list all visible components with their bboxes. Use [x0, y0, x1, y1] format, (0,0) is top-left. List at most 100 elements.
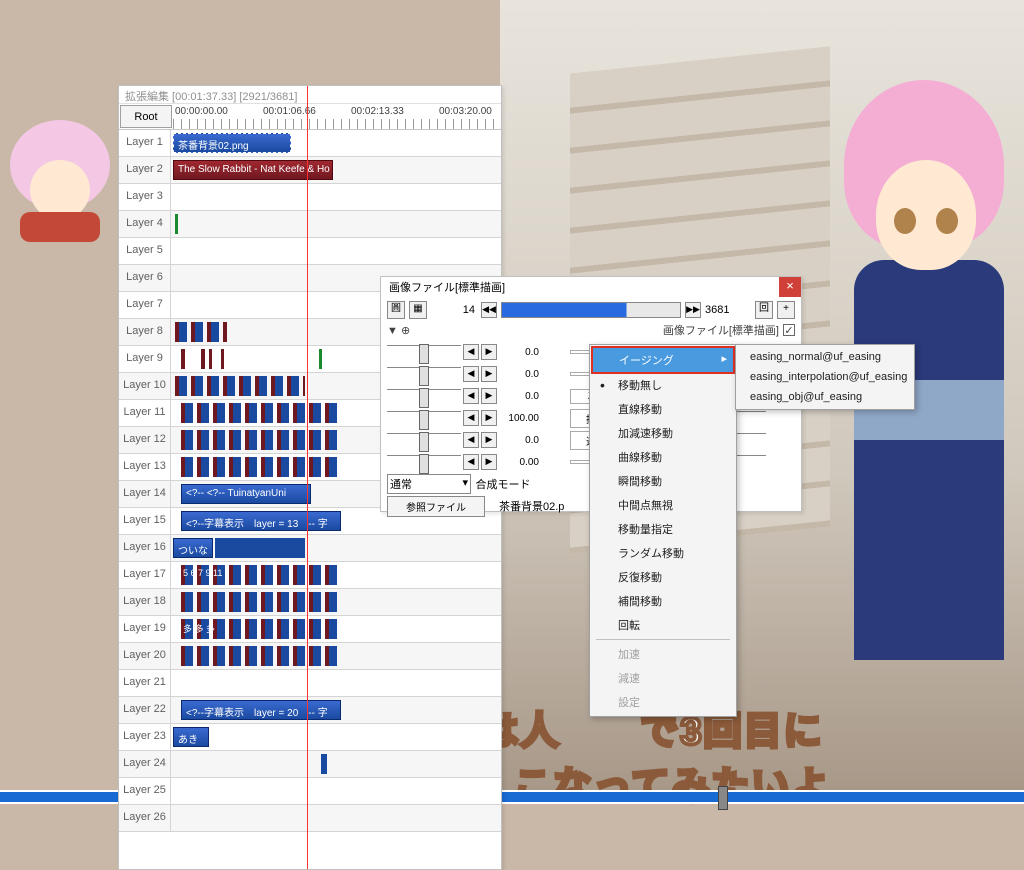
inc-button[interactable]: ▶ — [481, 410, 497, 426]
timeline-clip[interactable]: 茶番背景02.png — [173, 133, 291, 153]
timeline-segment[interactable] — [175, 322, 227, 342]
inc-button[interactable]: ▶ — [481, 366, 497, 382]
enable-checkbox[interactable]: ✓ — [783, 324, 795, 336]
menu-item[interactable]: 瞬間移動 — [592, 469, 734, 493]
layer-track[interactable]: 多 多 多 — [171, 616, 501, 642]
layer-label[interactable]: Layer 15 — [119, 508, 171, 534]
param-slider-left[interactable] — [387, 433, 461, 447]
timeline-clip[interactable]: <?--字幕表示 layer = 13 -- 字 — [181, 511, 341, 531]
submenu-item[interactable]: easing_interpolation@uf_easing — [738, 367, 912, 387]
layer-label[interactable]: Layer 5 — [119, 238, 171, 264]
timeline-segment[interactable] — [215, 538, 305, 558]
dec-button[interactable]: ◀ — [463, 388, 479, 404]
layer-track[interactable]: ついな — [171, 535, 501, 561]
layer-track[interactable] — [171, 184, 501, 210]
menu-item[interactable]: 曲線移動 — [592, 445, 734, 469]
menu-item[interactable]: 反復移動 — [592, 565, 734, 589]
layer-label[interactable]: Layer 19 — [119, 616, 171, 642]
layer-label[interactable]: Layer 11 — [119, 400, 171, 426]
menu-item-easing[interactable]: イージング — [591, 346, 735, 374]
blend-mode-dropdown[interactable]: 通常▾ — [387, 474, 471, 494]
timeline-segment[interactable] — [175, 214, 178, 234]
layer-label[interactable]: Layer 20 — [119, 643, 171, 669]
menu-item[interactable]: 補間移動 — [592, 589, 734, 613]
playhead[interactable] — [307, 130, 308, 832]
timeline-segment[interactable] — [181, 403, 341, 423]
timeline-segment[interactable]: 5 6 7 9 11 — [181, 565, 341, 585]
layer-label[interactable]: Layer 2 — [119, 157, 171, 183]
add-button[interactable]: + — [777, 301, 795, 319]
dec-button[interactable]: ◀ — [463, 366, 479, 382]
layer-label[interactable]: Layer 21 — [119, 670, 171, 696]
layer-track[interactable] — [171, 211, 501, 237]
settings-button[interactable]: 回 — [755, 301, 773, 319]
next-key-button[interactable]: ▶▶ — [685, 302, 701, 318]
timeline-clip[interactable]: <?--字幕表示 layer = 20 -- 字 — [181, 700, 341, 720]
layer-label[interactable]: Layer 25 — [119, 778, 171, 804]
param-slider-left[interactable] — [387, 345, 461, 359]
layer-track[interactable] — [171, 589, 501, 615]
layer-track[interactable] — [171, 670, 501, 696]
param-slider-left[interactable] — [387, 455, 461, 469]
layer-label[interactable]: Layer 10 — [119, 373, 171, 399]
layer-track[interactable]: 5 6 7 9 11 — [171, 562, 501, 588]
layer-track[interactable]: あき — [171, 724, 501, 750]
layer-track[interactable] — [171, 238, 501, 264]
dec-button[interactable]: ◀ — [463, 432, 479, 448]
timeline-segment[interactable]: 多 多 多 — [181, 619, 341, 639]
menu-item[interactable]: 中間点無視 — [592, 493, 734, 517]
layer-label[interactable]: Layer 6 — [119, 265, 171, 291]
timeline-segment[interactable] — [221, 349, 224, 369]
layer-track[interactable] — [171, 805, 501, 831]
layer-label[interactable]: Layer 18 — [119, 589, 171, 615]
timeline-segment[interactable] — [319, 349, 322, 369]
layer-label[interactable]: Layer 9 — [119, 346, 171, 372]
timeline-titlebar[interactable]: 拡張編集 [00:01:37.33] [2921/3681] — [119, 86, 501, 104]
close-button[interactable]: × — [779, 277, 801, 297]
layer-label[interactable]: Layer 23 — [119, 724, 171, 750]
submenu-item[interactable]: easing_obj@uf_easing — [738, 387, 912, 407]
layer-track[interactable] — [171, 751, 501, 777]
timeline-segment[interactable] — [181, 349, 185, 369]
menu-item[interactable]: 移動無し — [592, 373, 734, 397]
timeline-segment[interactable] — [209, 349, 212, 369]
layer-label[interactable]: Layer 16 — [119, 535, 171, 561]
menu-item[interactable]: ランダム移動 — [592, 541, 734, 565]
inc-button[interactable]: ▶ — [481, 344, 497, 360]
layer-track[interactable]: 茶番背景02.png — [171, 130, 501, 156]
timeline-clip[interactable]: <?-- <?-- TuinatyanUni — [181, 484, 311, 504]
layer-track[interactable] — [171, 643, 501, 669]
param-slider-left[interactable] — [387, 411, 461, 425]
layer-label[interactable]: Layer 17 — [119, 562, 171, 588]
timeline-segment[interactable] — [181, 457, 341, 477]
menu-item[interactable]: 加減速移動 — [592, 421, 734, 445]
layer-label[interactable]: Layer 14 — [119, 481, 171, 507]
timeline-segment[interactable] — [175, 376, 305, 396]
timeline-segment[interactable] — [181, 646, 341, 666]
layer-label[interactable]: Layer 3 — [119, 184, 171, 210]
menu-item[interactable]: 直線移動 — [592, 397, 734, 421]
layer-label[interactable]: Layer 26 — [119, 805, 171, 831]
layer-label[interactable]: Layer 7 — [119, 292, 171, 318]
layer-track[interactable]: <?--字幕表示 layer = 20 -- 字 — [171, 697, 501, 723]
dec-button[interactable]: ◀ — [463, 344, 479, 360]
dec-button[interactable]: ◀ — [463, 454, 479, 470]
layer-label[interactable]: Layer 8 — [119, 319, 171, 345]
layer-label[interactable]: Layer 22 — [119, 697, 171, 723]
reference-file-button[interactable]: 参照ファイル — [387, 496, 485, 517]
dec-button[interactable]: ◀ — [463, 410, 479, 426]
inc-button[interactable]: ▶ — [481, 432, 497, 448]
inc-button[interactable]: ▶ — [481, 388, 497, 404]
inc-button[interactable]: ▶ — [481, 454, 497, 470]
submenu-item[interactable]: easing_normal@uf_easing — [738, 347, 912, 367]
timeline-clip[interactable]: あき — [173, 727, 209, 747]
timeline-segment[interactable] — [181, 592, 341, 612]
collapse-button[interactable]: 圓 — [387, 301, 405, 319]
layer-label[interactable]: Layer 1 — [119, 130, 171, 156]
layer-label[interactable]: Layer 13 — [119, 454, 171, 480]
menu-item[interactable]: 回転 — [592, 613, 734, 637]
param-slider-left[interactable] — [387, 389, 461, 403]
layer-label[interactable]: Layer 4 — [119, 211, 171, 237]
root-button[interactable]: Root — [120, 105, 172, 128]
timeline-clip[interactable]: The Slow Rabbit - Nat Keefe & Ho — [173, 160, 333, 180]
